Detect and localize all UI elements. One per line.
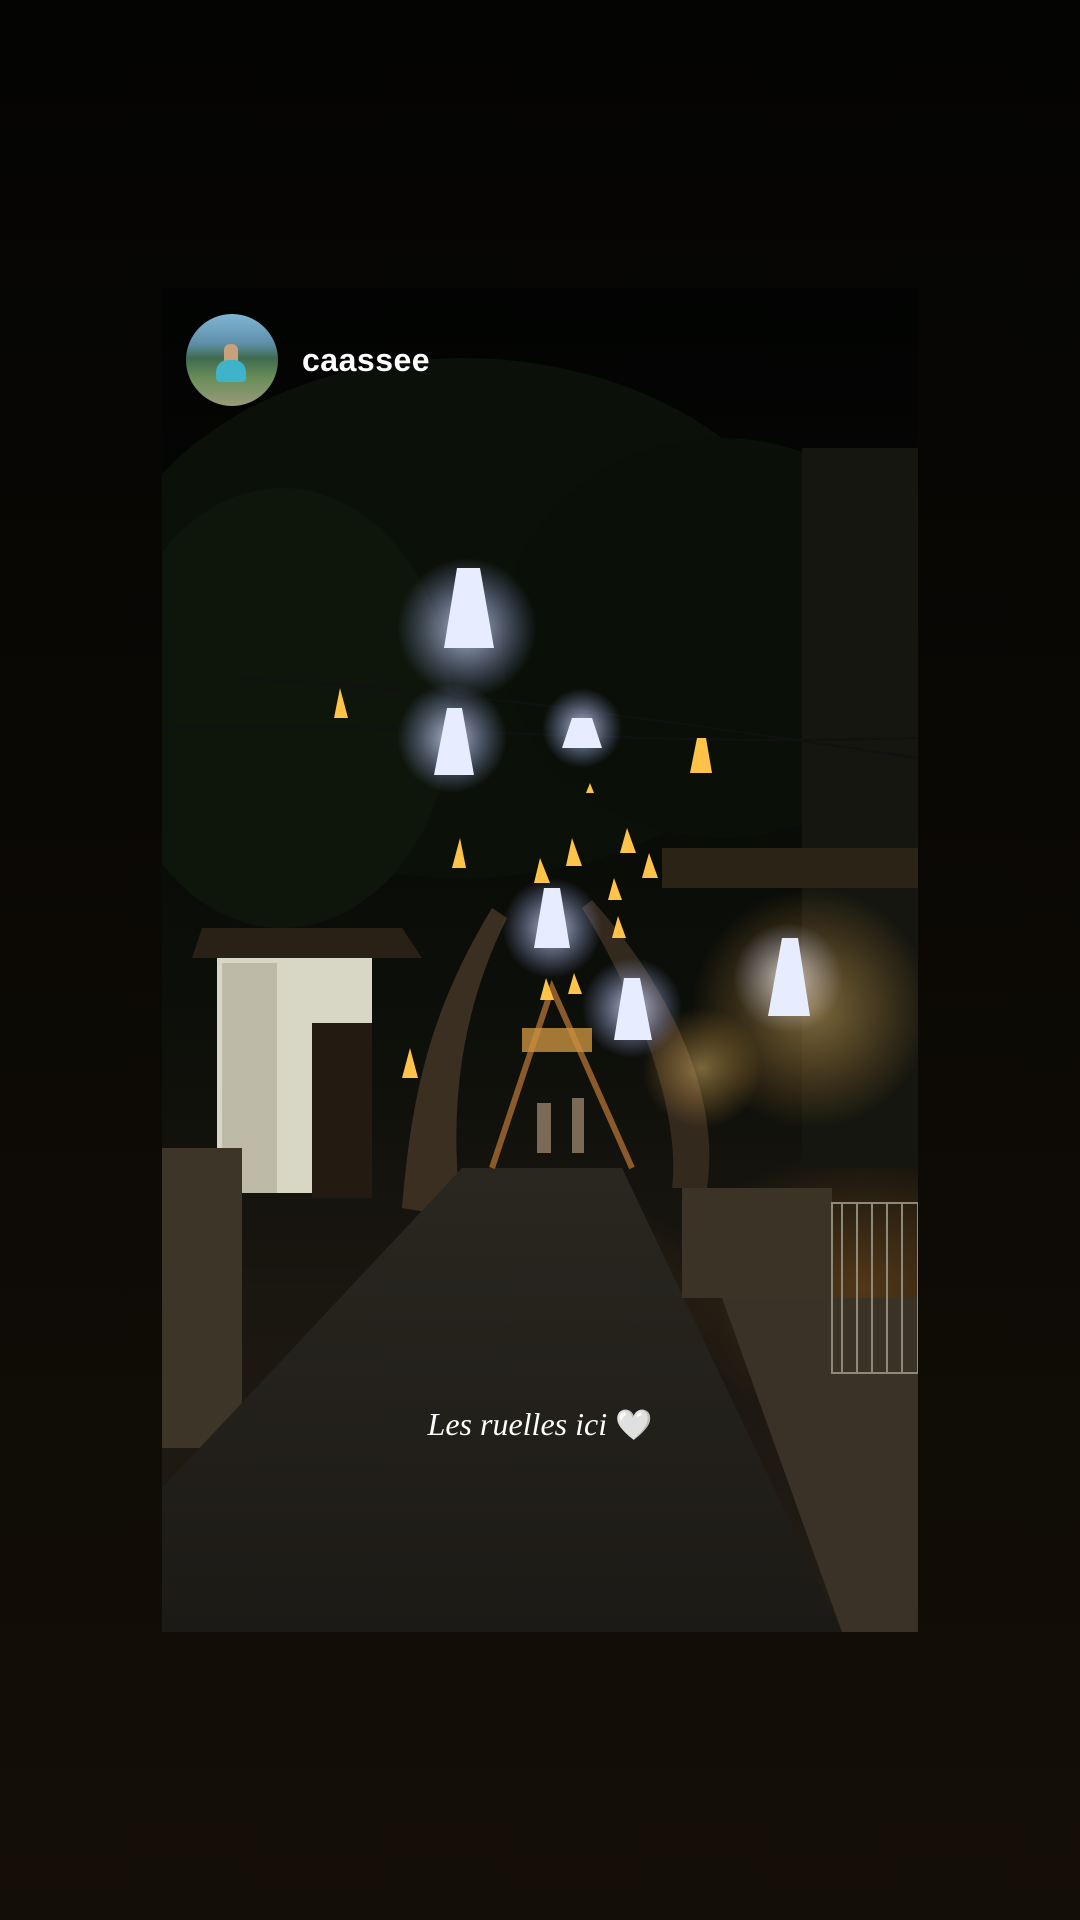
username[interactable]: caassee <box>302 342 430 379</box>
planter <box>682 1188 832 1298</box>
caption-text: Les ruelles ici <box>427 1406 608 1442</box>
story-header: caassee <box>186 312 430 408</box>
story-card[interactable]: caassee Les ruelles ici 🤍 <box>162 288 918 1632</box>
profile-avatar[interactable] <box>186 314 278 406</box>
avatar-dress <box>216 360 246 382</box>
heart-icon: 🤍 <box>615 1409 653 1442</box>
story-caption: Les ruelles ici 🤍 <box>162 1406 918 1443</box>
stone-wall <box>162 1148 242 1448</box>
